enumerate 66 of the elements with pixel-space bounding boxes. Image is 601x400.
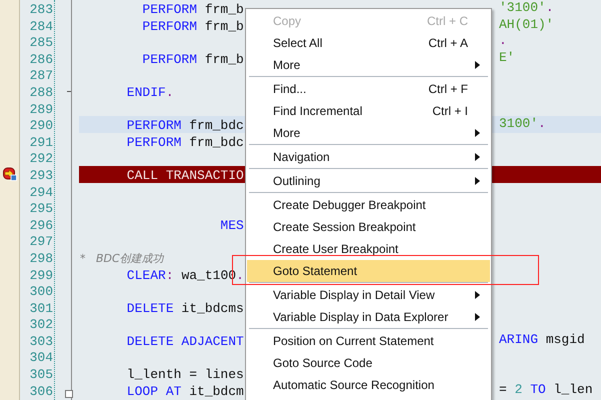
code-text: '3100'. bbox=[498, 0, 554, 17]
line-number: 306 bbox=[30, 384, 53, 399]
menu-item[interactable]: Select All Ctrl + A bbox=[247, 32, 490, 54]
shortcut-text: Ctrl + I bbox=[432, 104, 468, 118]
line-number: 288 bbox=[30, 84, 53, 100]
code-text: PERFORM frm_b bbox=[141, 2, 244, 19]
menu-item[interactable]: Variable Display in Detail View bbox=[247, 284, 490, 306]
code-text: ENDIF. bbox=[126, 84, 174, 102]
code-text: AH(01)' bbox=[498, 16, 554, 34]
line-number: 296 bbox=[30, 218, 53, 233]
line-number: 300 bbox=[30, 284, 53, 300]
code-text: CALL TRANSACTIO bbox=[126, 168, 244, 185]
shortcut-text: Ctrl + C bbox=[426, 14, 468, 28]
menu-item[interactable]: Goto Statement bbox=[247, 260, 490, 282]
line-number: 284 bbox=[30, 18, 53, 34]
code-text: PERFORM frm_b bbox=[141, 18, 244, 36]
line-number: 283 bbox=[30, 2, 53, 17]
line-number: 302 bbox=[30, 317, 53, 332]
line-number: 295 bbox=[30, 201, 53, 216]
line-number: 290 bbox=[30, 118, 53, 134]
code-text: DELETE ADJACENT bbox=[126, 334, 244, 350]
menu-item[interactable]: Position on Current Statement bbox=[247, 330, 490, 352]
line-number: 286 bbox=[30, 52, 53, 67]
menu-item[interactable]: Create Session Breakpoint bbox=[247, 216, 490, 238]
line-number: 291 bbox=[30, 134, 53, 150]
line-number: 292 bbox=[30, 151, 53, 166]
shortcut-text: Ctrl + F bbox=[428, 82, 468, 96]
shortcut-text: Ctrl + A bbox=[428, 36, 468, 50]
menu-item[interactable]: Create User Breakpoint bbox=[247, 238, 490, 260]
line-number: 294 bbox=[30, 184, 53, 200]
menu-item[interactable]: More bbox=[247, 54, 490, 76]
line-number: 287 bbox=[30, 68, 53, 84]
code-text: ARING msgid bbox=[498, 332, 585, 348]
code-text: . bbox=[498, 33, 507, 50]
code-comment: * BDC创建成功 bbox=[79, 250, 164, 267]
line-number: 285 bbox=[30, 35, 53, 50]
code-text: = 2 TO l_len bbox=[498, 382, 593, 398]
menu-item[interactable]: Automatic Source Recognition bbox=[247, 374, 490, 396]
line-number: 303 bbox=[30, 334, 53, 349]
collapse-icon[interactable] bbox=[65, 390, 73, 398]
line-number: 289 bbox=[30, 102, 53, 117]
code-text: 3100'. bbox=[498, 116, 546, 133]
line-number: 293 bbox=[30, 168, 53, 183]
code-text: PERFORM frm_bdc bbox=[126, 118, 244, 135]
code-text: PERFORM frm_bdc bbox=[126, 134, 244, 152]
line-number: 305 bbox=[30, 367, 53, 382]
line-number: 297 bbox=[30, 234, 53, 250]
code-text: E' bbox=[498, 50, 515, 66]
line-number: 299 bbox=[30, 268, 53, 282]
code-text: LOOP AT it_bdcm bbox=[126, 384, 244, 400]
menu-item[interactable]: Find... Ctrl + F bbox=[247, 78, 490, 100]
menu-item[interactable]: Variable Display in Data Explorer bbox=[247, 306, 490, 328]
menu-item: Copy Ctrl + C bbox=[272, 13, 469, 30]
code-text: MES bbox=[219, 218, 244, 234]
menu-item[interactable]: Outlining bbox=[247, 170, 490, 192]
menu-item[interactable]: Goto Source Code bbox=[247, 352, 490, 374]
menu-item[interactable]: Create Debugger Breakpoint bbox=[247, 194, 490, 216]
code-text: l_lenth = lines bbox=[126, 367, 244, 384]
code-text: DELETE it_bdcms bbox=[126, 300, 244, 318]
line-number: 301 bbox=[30, 300, 53, 316]
menu-item[interactable]: More bbox=[247, 122, 490, 144]
menu-item[interactable]: Find Incremental Ctrl + I bbox=[247, 100, 490, 122]
line-number: 304 bbox=[30, 350, 53, 366]
code-text: PERFORM frm_b bbox=[141, 52, 244, 68]
menu-item[interactable]: Navigation bbox=[247, 146, 490, 168]
line-number: 298 bbox=[30, 250, 53, 266]
